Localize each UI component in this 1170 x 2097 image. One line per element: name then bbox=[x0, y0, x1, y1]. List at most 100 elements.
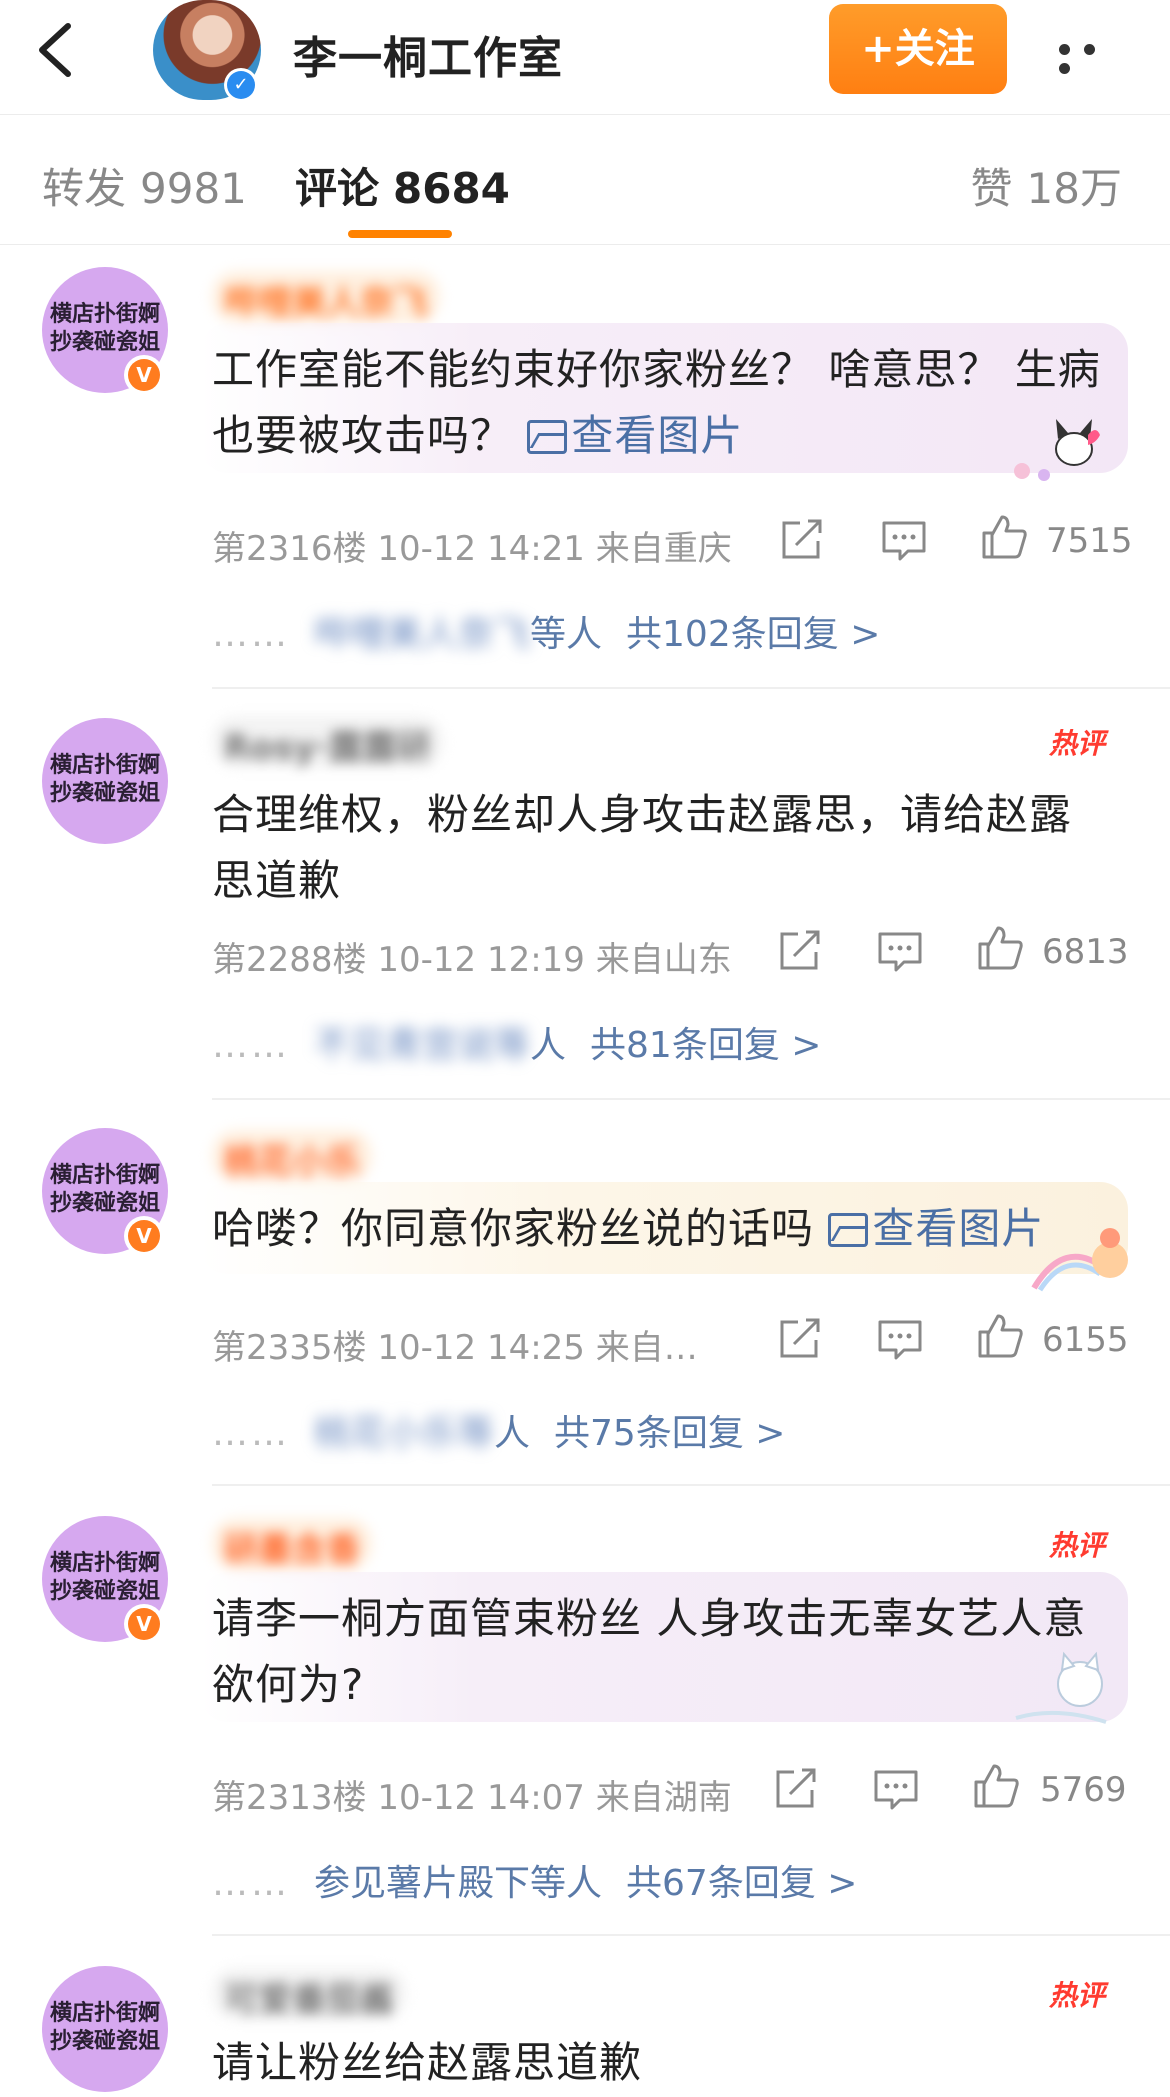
comment-text-body: 请李一桐方面管束粉丝 人身攻击无辜女艺人意欲何为? bbox=[212, 1594, 1087, 1709]
view-image-link[interactable]: 查看图片 bbox=[828, 1204, 1044, 1253]
reply-users: 不见青宫说等 bbox=[314, 1025, 531, 1066]
hot-comment-badge: 热评 bbox=[1049, 1979, 1106, 2012]
avatar-text-line: 抄袭碰瓷姐 bbox=[49, 1579, 160, 1604]
tab-repost-label: 转发 bbox=[42, 164, 127, 213]
commenter-avatar[interactable]: 横店扑街婀 抄袭碰瓷姐 bbox=[42, 718, 168, 844]
comment-meta: 第2335楼 10-12 14:25 来自… bbox=[212, 1328, 698, 1368]
comment-meta: 第2316楼 10-12 14:21 来自重庆 bbox=[212, 529, 732, 569]
tab-comment[interactable]: 评论 8684 bbox=[295, 155, 510, 216]
comment-text-body: 请让粉丝给赵露思道歉 bbox=[212, 2038, 643, 2087]
tab-comment-count: 8684 bbox=[393, 164, 510, 213]
view-image-link[interactable]: 查看图片 bbox=[527, 411, 743, 460]
comment-icon[interactable] bbox=[880, 517, 928, 563]
hot-comment-badge: 热评 bbox=[1049, 1529, 1106, 1562]
reply-dots: …… bbox=[212, 1413, 290, 1454]
like-icon[interactable] bbox=[976, 1312, 1024, 1358]
avatar-text-line: 横店扑街婀 bbox=[49, 1551, 160, 1576]
avatar-text-line: 抄袭碰瓷姐 bbox=[49, 781, 160, 806]
tab-bar: 转发 9981 评论 8684 赞 18万 bbox=[0, 115, 1170, 245]
comment-bubble: 工作室能不能约束好你家粉丝？ 啥意思？ 生病也要被攻击吗？ 查看图片 bbox=[200, 323, 1128, 473]
commenter-name[interactable]: 研墨含香 bbox=[212, 1518, 372, 1570]
verified-badge-icon: ✓ bbox=[224, 68, 258, 102]
share-icon[interactable] bbox=[776, 928, 824, 974]
verified-badge-icon: V bbox=[124, 1216, 164, 1256]
comment-icon[interactable] bbox=[876, 1316, 924, 1362]
reply-total[interactable]: 共75条回复 > bbox=[554, 1413, 785, 1454]
share-icon[interactable] bbox=[772, 1766, 820, 1812]
reply-summary[interactable]: …… 桃花小乐等人 共75条回复 > bbox=[212, 1404, 785, 1456]
reply-users: 参见薯片殿下 bbox=[314, 1863, 531, 1904]
like-icon[interactable] bbox=[972, 1762, 1020, 1808]
top-bar: ✓ 李一桐工作室 +关注 bbox=[0, 0, 1170, 115]
comment-icon[interactable] bbox=[876, 928, 924, 974]
verified-badge-icon: V bbox=[124, 1604, 164, 1644]
reply-suffix: 等人 bbox=[530, 1863, 603, 1904]
tab-repost[interactable]: 转发 9981 bbox=[42, 155, 247, 216]
comment-icon[interactable] bbox=[872, 1766, 920, 1812]
image-icon bbox=[828, 1213, 869, 1247]
verified-badge-icon: V bbox=[124, 355, 164, 395]
divider bbox=[212, 1098, 1170, 1100]
like-icon[interactable] bbox=[976, 924, 1024, 970]
comment-bubble: 哈喽？你同意你家粉丝说的话吗 查看图片 bbox=[200, 1182, 1128, 1274]
follow-button[interactable]: +关注 bbox=[829, 4, 1007, 94]
hot-comment-badge: 热评 bbox=[1049, 727, 1106, 760]
reply-summary[interactable]: …… 参见薯片殿下等人 共67条回复 > bbox=[212, 1854, 857, 1906]
reply-suffix: 人 bbox=[494, 1413, 531, 1454]
divider bbox=[212, 1934, 1170, 1936]
like-icon[interactable] bbox=[980, 513, 1028, 559]
tab-like[interactable]: 赞 18万 bbox=[971, 155, 1122, 216]
comment-text: 合理维权，粉丝却人身攻击赵露思，请给赵露思道歉 bbox=[212, 782, 1112, 914]
view-image-label: 查看图片 bbox=[872, 1204, 1045, 1253]
reply-summary[interactable]: …… 哔哩美人奈飞等人 共102条回复 > bbox=[212, 605, 880, 657]
avatar-text-line: 抄袭碰瓷姐 bbox=[49, 2029, 160, 2054]
like-count: 7515 bbox=[1046, 521, 1133, 561]
image-icon bbox=[527, 420, 568, 454]
avatar-text-line: 横店扑街婀 bbox=[49, 2001, 160, 2026]
reply-dots: …… bbox=[212, 1863, 290, 1904]
divider bbox=[212, 687, 1170, 689]
like-count: 6813 bbox=[1042, 932, 1129, 972]
tab-like-label: 赞 bbox=[970, 164, 1013, 213]
reply-dots: …… bbox=[212, 1025, 290, 1066]
account-name[interactable]: 李一桐工作室 bbox=[293, 22, 563, 86]
like-count: 6155 bbox=[1042, 1320, 1129, 1360]
reply-suffix: 人 bbox=[530, 1025, 567, 1066]
avatar-text-line: 抄袭碰瓷姐 bbox=[49, 330, 160, 355]
comment-text: 哈喽？你同意你家粉丝说的话吗 查看图片 bbox=[212, 1196, 1116, 1262]
share-icon[interactable] bbox=[778, 517, 826, 563]
share-icon[interactable] bbox=[776, 1316, 824, 1362]
tab-like-count: 18万 bbox=[1026, 164, 1122, 213]
commenter-name[interactable]: 哔哩美人奈飞 bbox=[212, 271, 440, 323]
tab-repost-count: 9981 bbox=[140, 164, 247, 213]
rainbow-bear-sticker-icon bbox=[1031, 1228, 1128, 1292]
kuromi-sticker-icon bbox=[1014, 419, 1100, 481]
commenter-name[interactable]: Rosy·露露研 bbox=[212, 716, 443, 768]
reply-dots: …… bbox=[212, 614, 290, 655]
active-tab-indicator bbox=[348, 230, 452, 238]
tab-comment-label: 评论 bbox=[295, 164, 380, 213]
more-options-icon[interactable] bbox=[1059, 40, 1129, 74]
reply-users: 哔哩美人奈飞 bbox=[314, 614, 531, 655]
commenter-name[interactable]: 可爱番茄酱 bbox=[212, 1968, 406, 2020]
commenter-avatar[interactable]: 横店扑街婀 抄袭碰瓷姐 bbox=[42, 1966, 168, 2092]
comment-text-body: 哈喽？你同意你家粉丝说的话吗 bbox=[212, 1204, 829, 1253]
avatar-text-line: 横店扑街婀 bbox=[49, 753, 160, 778]
back-arrow-icon[interactable] bbox=[28, 18, 84, 82]
reply-summary[interactable]: …… 不见青宫说等人 共81条回复 > bbox=[212, 1016, 821, 1068]
reply-total[interactable]: 共81条回复 > bbox=[590, 1025, 821, 1066]
reply-total[interactable]: 共67条回复 > bbox=[626, 1863, 857, 1904]
reply-users: 桃花小乐等 bbox=[314, 1413, 495, 1454]
divider bbox=[212, 1484, 1170, 1486]
like-count: 5769 bbox=[1040, 1770, 1127, 1810]
avatar-text-line: 横店扑街婀 bbox=[49, 302, 160, 327]
cat-sticker-icon bbox=[1015, 1651, 1107, 1724]
comment-meta: 第2313楼 10-12 14:07 来自湖南 bbox=[212, 1778, 732, 1818]
view-image-label: 查看图片 bbox=[571, 411, 744, 460]
comment-text: 请让粉丝给赵露思道歉 bbox=[212, 2030, 1112, 2096]
comment-text: 请李一桐方面管束粉丝 人身攻击无辜女艺人意欲何为? bbox=[212, 1586, 1116, 1718]
comment-meta: 第2288楼 10-12 12:19 来自山东 bbox=[212, 940, 732, 980]
reply-total[interactable]: 共102条回复 > bbox=[626, 614, 880, 655]
avatar-text-line: 抄袭碰瓷姐 bbox=[49, 1191, 160, 1216]
commenter-name[interactable]: 桃花小乐 bbox=[212, 1130, 372, 1182]
